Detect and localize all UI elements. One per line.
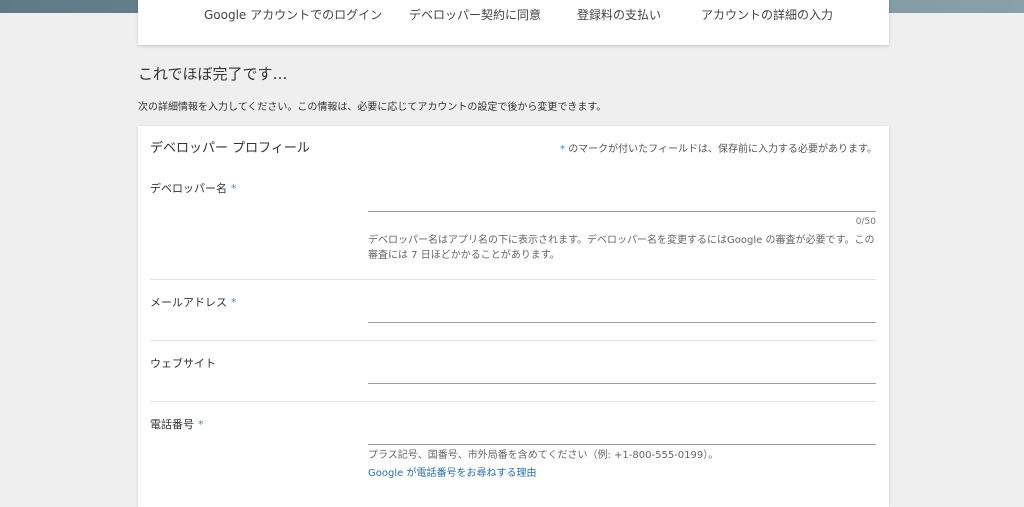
developer-name-counter: 0/50	[855, 217, 876, 227]
step-google-login: Google アカウントでのログイン	[204, 8, 383, 22]
email-input[interactable]	[368, 304, 876, 323]
website-label: ウェブサイト	[150, 355, 216, 371]
developer-profile-card: デベロッパー プロフィール * のマークが付いたフィールドは、保存前に入力する必…	[138, 126, 889, 507]
phone-reason-link[interactable]: Google が電話番号をお尋ねする理由	[368, 464, 536, 479]
email-label: メールアドレス *	[150, 294, 237, 310]
step-registration-fee: 登録料の支払い	[577, 8, 662, 22]
required-star: *	[231, 182, 237, 195]
required-fields-note: * のマークが付いたフィールドは、保存前に入力する必要があります。	[560, 140, 877, 155]
divider	[150, 279, 876, 280]
step-account-details: アカウントの詳細の入力	[701, 8, 834, 22]
step-developer-agreement: デベロッパー契約に同意	[409, 8, 542, 22]
phone-input[interactable]	[368, 426, 876, 445]
phone-label: 電話番号 *	[150, 416, 204, 432]
page-title: これでほぼ完了です…	[138, 65, 288, 83]
phone-help: プラス記号、国番号、市外局番を含めてください（例: +1-800-555-019…	[368, 450, 719, 461]
email-label-text: メールアドレス	[150, 296, 227, 309]
divider	[150, 401, 876, 402]
developer-name-label-text: デベロッパー名	[150, 182, 227, 195]
developer-name-help: デベロッパー名はアプリ名の下に表示されます。デベロッパー名を変更するにはGoog…	[368, 235, 875, 261]
required-star: *	[560, 144, 565, 155]
divider	[150, 340, 876, 341]
website-label-text: ウェブサイト	[150, 357, 216, 370]
website-input[interactable]	[368, 365, 876, 384]
registration-steps-bar: Google アカウントでのログイン デベロッパー契約に同意 登録料の支払い ア…	[138, 0, 889, 45]
required-star: *	[231, 296, 237, 309]
required-star: *	[198, 418, 204, 431]
developer-name-input[interactable]	[368, 193, 876, 212]
developer-name-label: デベロッパー名 *	[150, 180, 237, 196]
page-description: 次の詳細情報を入力してください。この情報は、必要に応じてアカウントの設定で後から…	[138, 102, 607, 113]
card-title: デベロッパー プロフィール	[150, 141, 310, 156]
required-note-text: のマークが付いたフィールドは、保存前に入力する必要があります。	[568, 144, 877, 155]
phone-label-text: 電話番号	[150, 418, 194, 431]
